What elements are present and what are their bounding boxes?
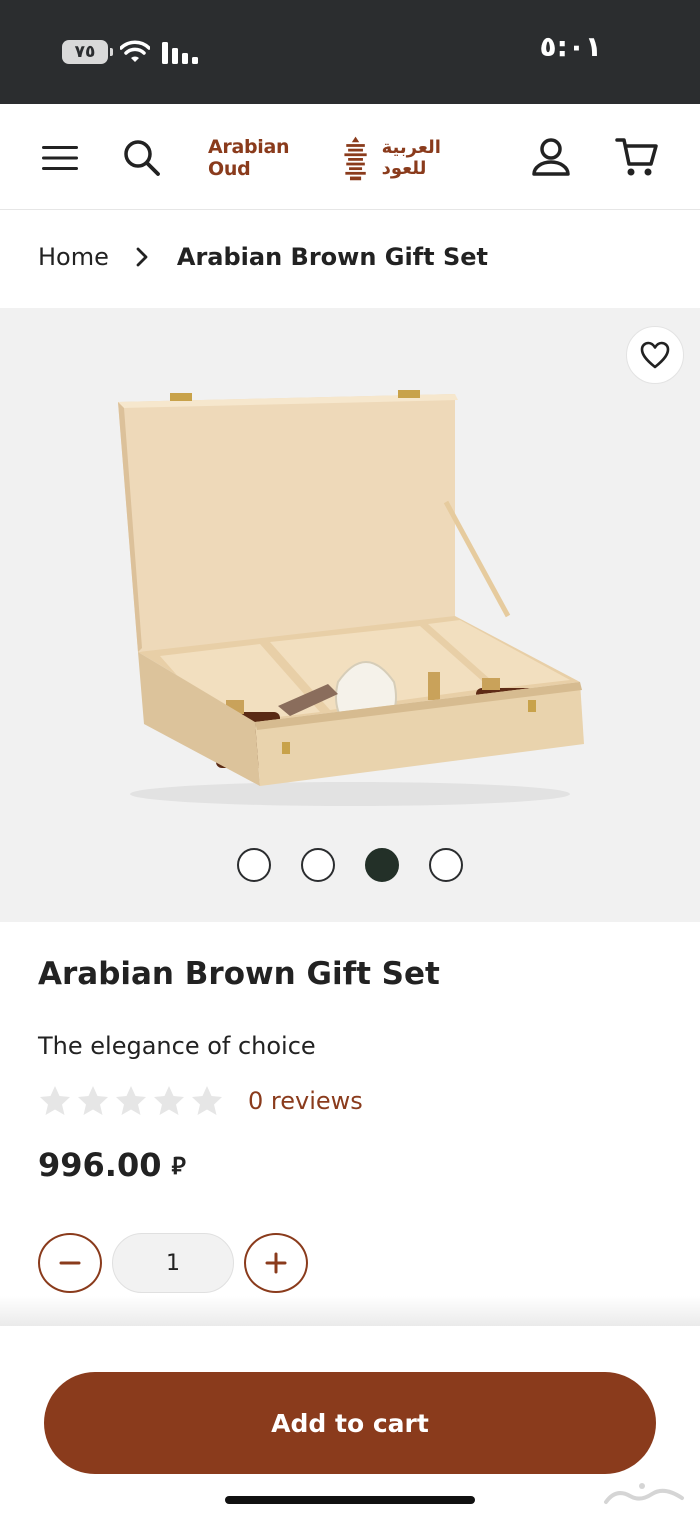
increase-quantity-button[interactable] <box>244 1233 308 1293</box>
breadcrumb-home-link[interactable]: Home <box>38 243 109 271</box>
battery-indicator: ٧٥ <box>62 40 113 64</box>
quantity-input[interactable]: 1 <box>112 1233 234 1293</box>
bottom-shadow <box>0 1296 700 1328</box>
product-title: Arabian Brown Gift Set <box>38 956 440 992</box>
search-icon[interactable] <box>120 136 164 180</box>
rating-stars <box>38 1084 224 1118</box>
breadcrumb: Home Arabian Brown Gift Set <box>38 236 488 278</box>
product-price: 996.00 ⃁ <box>38 1146 186 1184</box>
watermark-logo <box>604 1483 684 1504</box>
decrease-quantity-button[interactable] <box>38 1233 102 1293</box>
product-gallery[interactable] <box>0 308 700 922</box>
chevron-right-icon <box>136 247 148 267</box>
star-icon <box>192 1086 222 1115</box>
product-image-gift-box <box>118 390 584 806</box>
logo-mark-icon <box>343 136 367 181</box>
breadcrumb-current: Arabian Brown Gift Set <box>176 243 488 271</box>
menu-icon[interactable] <box>38 140 82 176</box>
brand-logo[interactable]: Arabian Oud العربية للعود <box>208 132 484 184</box>
minus-icon <box>59 1261 81 1265</box>
gallery-dot-2[interactable] <box>301 848 335 882</box>
star-icon <box>116 1086 146 1115</box>
signal-icon <box>162 42 198 64</box>
bottom-action-bar: Add to cart <box>0 1326 700 1519</box>
plus-icon <box>265 1252 287 1274</box>
wishlist-button[interactable] <box>626 326 684 384</box>
status-time: ٥:٠١ <box>539 30 602 63</box>
site-header: Arabian Oud العربية للعود <box>0 104 700 210</box>
currency-symbol: ⃁ <box>171 1151 186 1180</box>
status-bar: ٧٥ ٥:٠١ <box>0 0 700 104</box>
account-icon[interactable] <box>528 134 574 180</box>
star-icon <box>154 1086 184 1115</box>
star-icon <box>78 1086 108 1115</box>
home-indicator <box>225 1496 475 1504</box>
reviews-link[interactable]: 0 reviews <box>248 1087 363 1115</box>
gallery-dot-1[interactable] <box>237 848 271 882</box>
wifi-icon <box>120 40 150 62</box>
product-subtitle: The elegance of choice <box>38 1032 316 1060</box>
add-to-cart-button[interactable]: Add to cart <box>44 1372 656 1474</box>
gallery-dot-4[interactable] <box>429 848 463 882</box>
quantity-stepper: 1 <box>38 1233 308 1293</box>
price-value: 996.00 <box>38 1146 162 1184</box>
cart-icon[interactable] <box>612 134 662 180</box>
gallery-pagination <box>0 848 700 882</box>
star-icon <box>40 1086 70 1115</box>
gallery-dot-3-active[interactable] <box>365 848 399 882</box>
logo-text-en: Arabian Oud <box>208 136 290 180</box>
product-rating: 0 reviews <box>38 1084 363 1118</box>
logo-text-ar: العربية للعود <box>381 137 441 179</box>
heart-icon <box>640 341 670 369</box>
